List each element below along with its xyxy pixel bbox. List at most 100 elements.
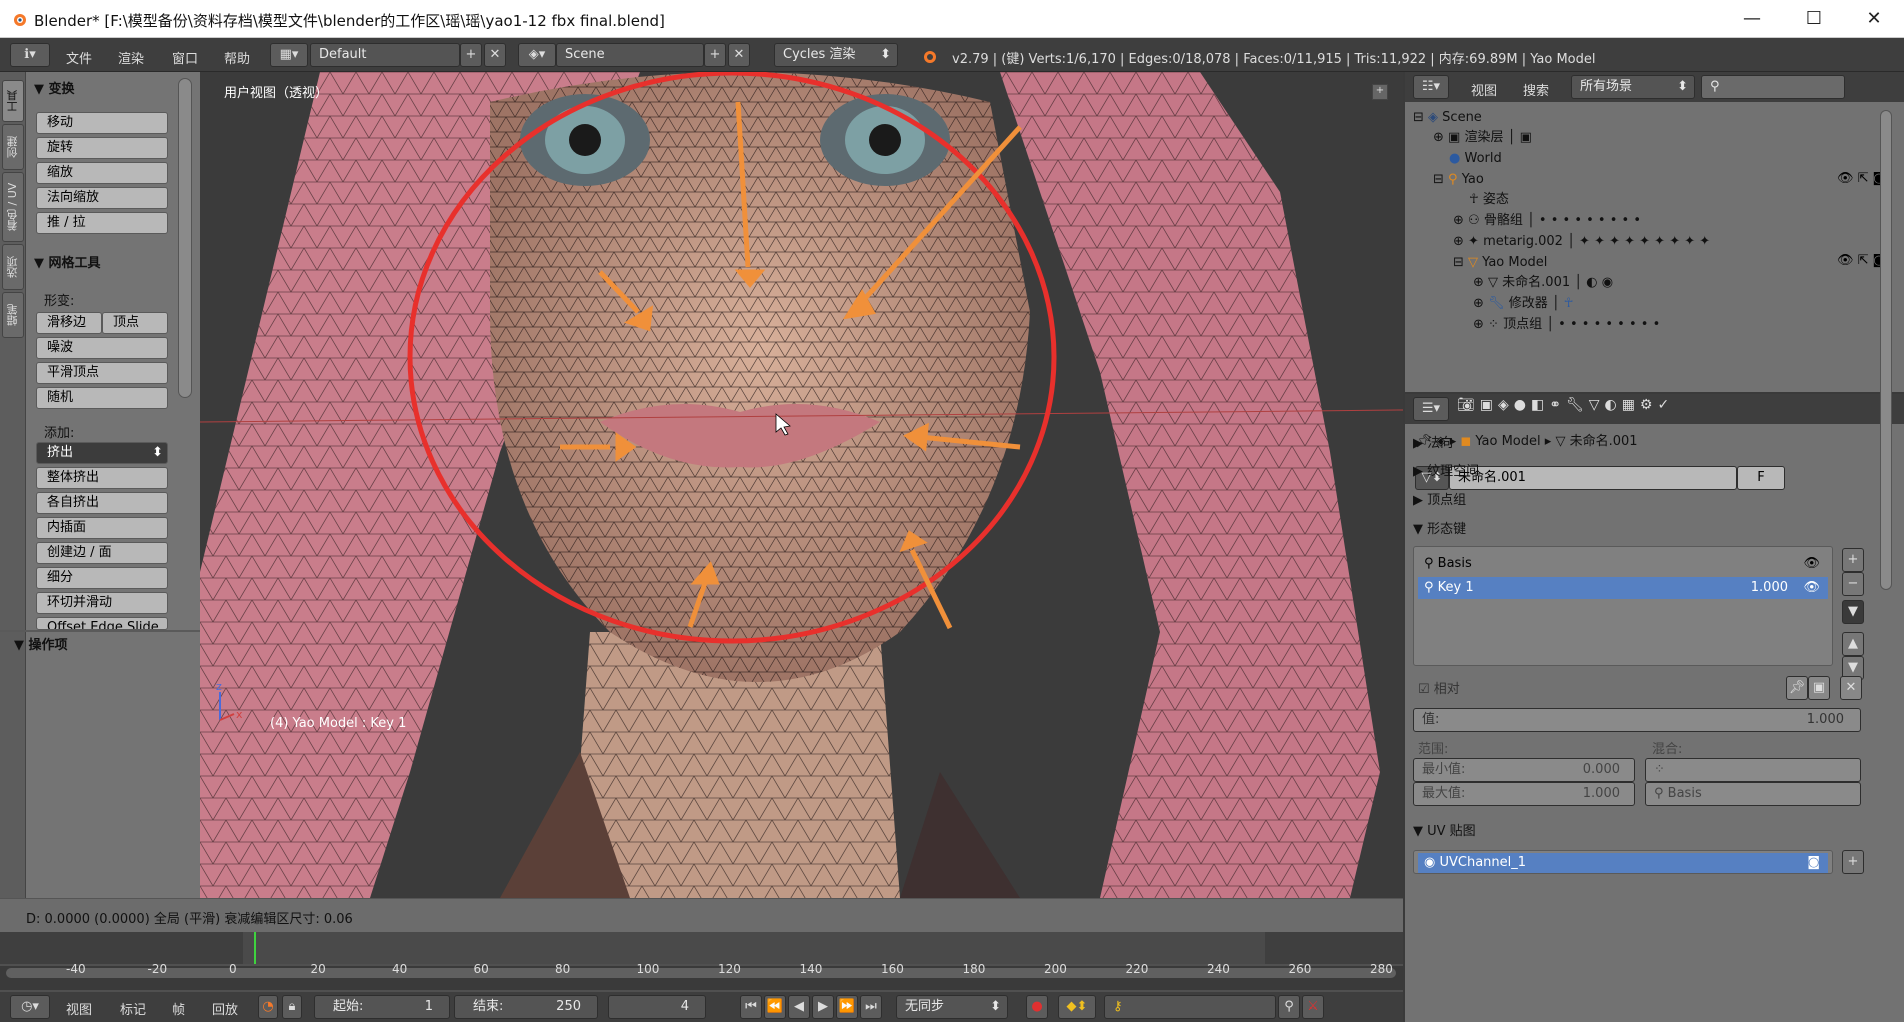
- slider-min-field[interactable]: 最小值: 0.000: [1413, 758, 1635, 782]
- shape-value-slider[interactable]: 值: 1.000: [1413, 708, 1861, 732]
- relative-checkbox[interactable]: ☑ 相对: [1418, 678, 1460, 697]
- outliner-search-input[interactable]: ⚲: [1701, 75, 1845, 99]
- prev-keyframe-icon[interactable]: ⏪: [764, 995, 786, 1019]
- minimize-button[interactable]: —: [1730, 4, 1774, 34]
- record-icon[interactable]: ●: [1026, 995, 1048, 1019]
- outliner-menu-search[interactable]: 搜索: [1523, 80, 1549, 99]
- texture-space-section-header[interactable]: ▶ 纹理空间: [1413, 460, 1873, 484]
- editor-type-info-icon[interactable]: ℹ▾: [10, 43, 50, 67]
- vertex-group-field[interactable]: ⁘: [1645, 758, 1861, 782]
- shape-key-specials-icon[interactable]: ▼: [1842, 600, 1864, 624]
- editor-type-timeline-icon[interactable]: ◷▾: [10, 995, 50, 1019]
- add-scene-icon[interactable]: +: [704, 43, 726, 67]
- tab-options[interactable]: 选项: [2, 244, 24, 290]
- close-window-button[interactable]: ✕: [1852, 4, 1896, 34]
- timeline-menu-view[interactable]: 视图: [66, 999, 92, 1018]
- shape-key-item-key1[interactable]: ⚲ Key 1 1.000 👁︎: [1418, 577, 1828, 599]
- end-frame-field[interactable]: 结束: 250: [454, 995, 598, 1019]
- transform-panel-header[interactable]: ▼ 变换: [34, 78, 75, 97]
- push-pull-button[interactable]: 推 / 拉: [36, 212, 168, 234]
- viewport-expand-icon[interactable]: +: [1372, 84, 1388, 100]
- jump-end-icon[interactable]: ⏭: [860, 995, 882, 1019]
- tool-shelf-scrollbar[interactable]: [178, 78, 192, 398]
- mesh-tools-panel-header[interactable]: ▼ 网格工具: [34, 252, 101, 271]
- slider-max-field[interactable]: 最大值: 1.000: [1413, 782, 1635, 806]
- inset-faces-button[interactable]: 内插面: [36, 517, 168, 539]
- outliner-item-vertex-groups[interactable]: ⊕ ⁘ 顶点组 │ • • • • • • • • •: [1473, 313, 1660, 337]
- make-edge-face-button[interactable]: 创建边 / 面: [36, 542, 168, 564]
- scale-button[interactable]: 缩放: [36, 162, 168, 184]
- render-engine-select[interactable]: Cycles 渲染 ⬍: [774, 43, 898, 67]
- play-reverse-icon[interactable]: ◀: [788, 995, 810, 1019]
- delete-keyframe-icon[interactable]: ⚔: [1302, 995, 1324, 1019]
- rotate-button[interactable]: 旋转: [36, 137, 168, 159]
- delete-layout-icon[interactable]: ✕: [484, 43, 506, 67]
- start-frame-field[interactable]: 起始: 1: [314, 995, 450, 1019]
- add-uv-map-icon[interactable]: +: [1842, 850, 1864, 874]
- visibility-eye-icon[interactable]: 👁︎ ⇱ ◙: [1837, 171, 1885, 186]
- normals-section-header[interactable]: ▶ 法向: [1413, 432, 1873, 456]
- tab-shading-uv[interactable]: 着色 / UV: [2, 172, 24, 242]
- extrude-dropdown[interactable]: 挤出 ⬍: [36, 442, 168, 464]
- scene-icon[interactable]: ◈▾: [518, 43, 556, 67]
- screen-layout-icon[interactable]: ▦▾: [270, 43, 308, 67]
- scene-field[interactable]: Scene: [556, 43, 704, 67]
- properties-context-tabs[interactable]: 📷︎▣◈●◧⚭🔧︎▽◐▦⚙✓: [1457, 397, 1697, 421]
- active-keying-set-field[interactable]: ⚷: [1104, 995, 1276, 1019]
- 3d-viewport[interactable]: z x 用户视图（透视） (4) Yao Model : Key 1 +: [200, 72, 1403, 898]
- lock-range-icon[interactable]: 🔒︎: [282, 995, 302, 1019]
- maximize-button[interactable]: ☐: [1792, 4, 1836, 34]
- tab-create[interactable]: 创建: [2, 124, 24, 170]
- preview-range-icon[interactable]: ◔: [258, 995, 278, 1019]
- delete-scene-icon[interactable]: ✕: [728, 43, 750, 67]
- properties-scrollbar[interactable]: [1880, 110, 1892, 590]
- jump-start-icon[interactable]: ⏮: [740, 995, 762, 1019]
- subdivide-button[interactable]: 细分: [36, 567, 168, 589]
- next-keyframe-icon[interactable]: ⏩: [836, 995, 858, 1019]
- slide-edge-button[interactable]: 滑移边: [36, 312, 102, 334]
- shrink-fatten-button[interactable]: 法向缩放: [36, 187, 168, 209]
- timeline-area[interactable]: -40 -20 0 20 40 60 80 100 120 140 160 180 200 220 240 2…: [0, 932, 1403, 992]
- noise-button[interactable]: 噪波: [36, 337, 168, 359]
- current-frame-field[interactable]: 4: [608, 995, 706, 1019]
- current-frame-marker[interactable]: [254, 932, 256, 964]
- screen-layout-field[interactable]: Default: [310, 43, 460, 67]
- timeline-menu-frame[interactable]: 帧: [172, 999, 185, 1018]
- vertex-groups-section-header[interactable]: ▶ 顶点组: [1413, 489, 1873, 513]
- add-shape-key-icon[interactable]: +: [1842, 548, 1864, 572]
- timeline-menu-playback[interactable]: 回放: [212, 999, 238, 1018]
- pin-shape-icon[interactable]: 📌︎: [1786, 676, 1808, 700]
- remove-shape-key-icon[interactable]: −: [1842, 572, 1864, 596]
- tab-grease-pencil[interactable]: 蜡笔: [2, 292, 24, 338]
- edit-mode-shape-icon[interactable]: ▣: [1808, 676, 1830, 700]
- shape-keys-section-header[interactable]: ▼ 形态键: [1413, 518, 1873, 542]
- uv-active-render-icon[interactable]: ◙: [1807, 853, 1820, 873]
- tab-tools[interactable]: 工具: [2, 80, 24, 122]
- timeline-menu-marker[interactable]: 标记: [120, 999, 146, 1018]
- uv-map-list[interactable]: ◉ UVChannel_1 ◙: [1413, 850, 1833, 874]
- play-icon[interactable]: ▶: [812, 995, 834, 1019]
- shape-key-visible-icon[interactable]: 👁︎: [1803, 553, 1820, 575]
- offset-edge-slide-button[interactable]: Offset Edge Slide: [36, 617, 168, 630]
- insert-keyframe-icon[interactable]: ⚲: [1278, 995, 1300, 1019]
- menu-render[interactable]: 渲染: [118, 48, 144, 67]
- shape-key-list[interactable]: ⚲ Basis 👁︎ ⚲ Key 1 1.000 👁︎: [1413, 546, 1833, 666]
- shape-key-visible-icon[interactable]: 👁︎: [1803, 577, 1820, 599]
- editor-type-properties-icon[interactable]: ☰▾: [1413, 397, 1449, 421]
- keying-set-icon[interactable]: ◆⬍: [1058, 995, 1096, 1019]
- operator-panel-header[interactable]: ▼ 操作项: [14, 634, 68, 653]
- menu-file[interactable]: 文件: [66, 48, 92, 67]
- loop-cut-slide-button[interactable]: 环切并滑动: [36, 592, 168, 614]
- uv-map-item[interactable]: ◉ UVChannel_1 ◙: [1418, 853, 1828, 873]
- randomize-button[interactable]: 随机: [36, 387, 168, 409]
- smooth-vertex-button[interactable]: 平滑顶点: [36, 362, 168, 384]
- menu-window[interactable]: 窗口: [172, 48, 198, 67]
- outliner-menu-view[interactable]: 视图: [1471, 80, 1497, 99]
- visibility-eye-icon-2[interactable]: 👁︎ ⇱ ◙: [1837, 253, 1885, 268]
- editor-type-outliner-icon[interactable]: ☷▾: [1413, 75, 1449, 99]
- clear-shape-icon[interactable]: ✕: [1840, 676, 1862, 700]
- extrude-region-button[interactable]: 整体挤出: [36, 467, 168, 489]
- add-layout-icon[interactable]: +: [460, 43, 482, 67]
- extrude-individual-button[interactable]: 各自挤出: [36, 492, 168, 514]
- uv-maps-section-header[interactable]: ▼ UV 贴图: [1413, 820, 1873, 844]
